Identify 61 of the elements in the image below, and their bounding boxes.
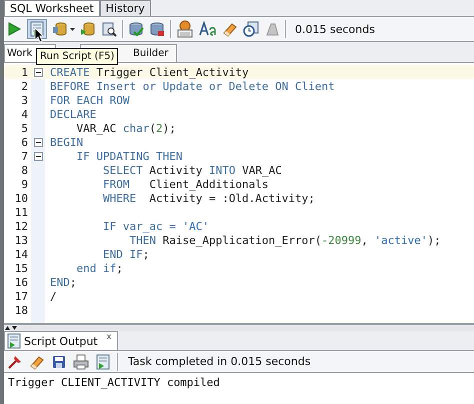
code-line: THEN Raise_Application_Error(-20999, 'active'); (128, 234, 441, 246)
output-message: Trigger CLIENT_ACTIVITY compiled (8, 376, 220, 389)
line-number: 15 (14, 262, 28, 274)
print-icon[interactable] (73, 354, 89, 370)
code-line: / (50, 290, 57, 302)
code-line: BEGIN (50, 136, 84, 148)
worksheet-tab[interactable]: History (100, 0, 151, 16)
eraser-icon[interactable] (222, 21, 238, 37)
code-line: WHERE Activity = :Old.Activity; (102, 192, 315, 204)
collapse-icon[interactable] (34, 68, 42, 76)
line-number: 2 (20, 80, 28, 92)
sql-icon[interactable] (176, 20, 194, 38)
font-icon[interactable] (199, 21, 217, 37)
code-line: VAR_AC char(2); (75, 122, 176, 134)
collapse-icon[interactable] (34, 138, 42, 146)
line-number: 18 (14, 304, 28, 316)
code-line: FOR EACH ROW (50, 94, 130, 106)
line-number: 16 (14, 276, 28, 288)
code-line: end if; (75, 262, 123, 274)
code-line: BEFORE Insert or Update or Delete ON Client (50, 80, 335, 92)
code-line: SELECT Activity INTO VAR_AC (102, 164, 282, 176)
code-line: IF var_ac = 'AC' (102, 220, 209, 232)
line-number: 14 (14, 248, 28, 260)
code-line: DECLARE (50, 108, 96, 120)
line-number: 6 (20, 136, 28, 148)
line-number: 8 (20, 164, 28, 176)
line-number: 5 (20, 122, 28, 134)
code-line: FROM Client_Additionals (102, 178, 269, 190)
database-check-icon[interactable] (128, 21, 144, 37)
pin-icon[interactable] (7, 354, 23, 370)
line-number: 13 (14, 234, 28, 246)
code-line: CREATE Trigger Client_Activity (50, 66, 249, 78)
line-number: 10 (14, 192, 28, 204)
worksheet-tab[interactable]: SQL Worksheet (4, 0, 100, 16)
database-x-icon[interactable] (149, 21, 165, 37)
code-line: IF UPDATING THEN (75, 150, 182, 162)
clock-icon[interactable] (243, 21, 259, 37)
line-number: 1 (20, 66, 28, 78)
line-number: 3 (20, 94, 28, 106)
line-number: 11 (14, 206, 28, 218)
collapse-icon[interactable] (34, 152, 42, 160)
database-icon[interactable] (52, 21, 68, 37)
run-icon[interactable] (6, 21, 22, 37)
script-output-tab[interactable]: Script Output x (4, 331, 118, 350)
task-status: Task completed in 0.015 seconds (128, 355, 311, 368)
search-icon[interactable] (101, 21, 117, 37)
eraser-icon[interactable] (29, 354, 45, 370)
code-line: END IF; (102, 248, 150, 260)
close-icon[interactable]: x (106, 332, 112, 341)
line-number: 17 (14, 290, 28, 302)
caret-icon[interactable] (70, 28, 75, 30)
tooltip: Run Script (F5) (36, 48, 118, 65)
code-line: END; (50, 276, 76, 288)
database-icon[interactable] (80, 21, 96, 37)
line-number: 12 (14, 220, 28, 232)
splitter-arrows-icon[interactable] (4, 326, 18, 330)
line-number: 7 (20, 150, 28, 162)
line-number: 4 (20, 108, 28, 120)
elapsed-time: 0.015 seconds (295, 22, 375, 36)
line-number: 9 (20, 178, 28, 190)
save-icon[interactable] (51, 354, 67, 370)
